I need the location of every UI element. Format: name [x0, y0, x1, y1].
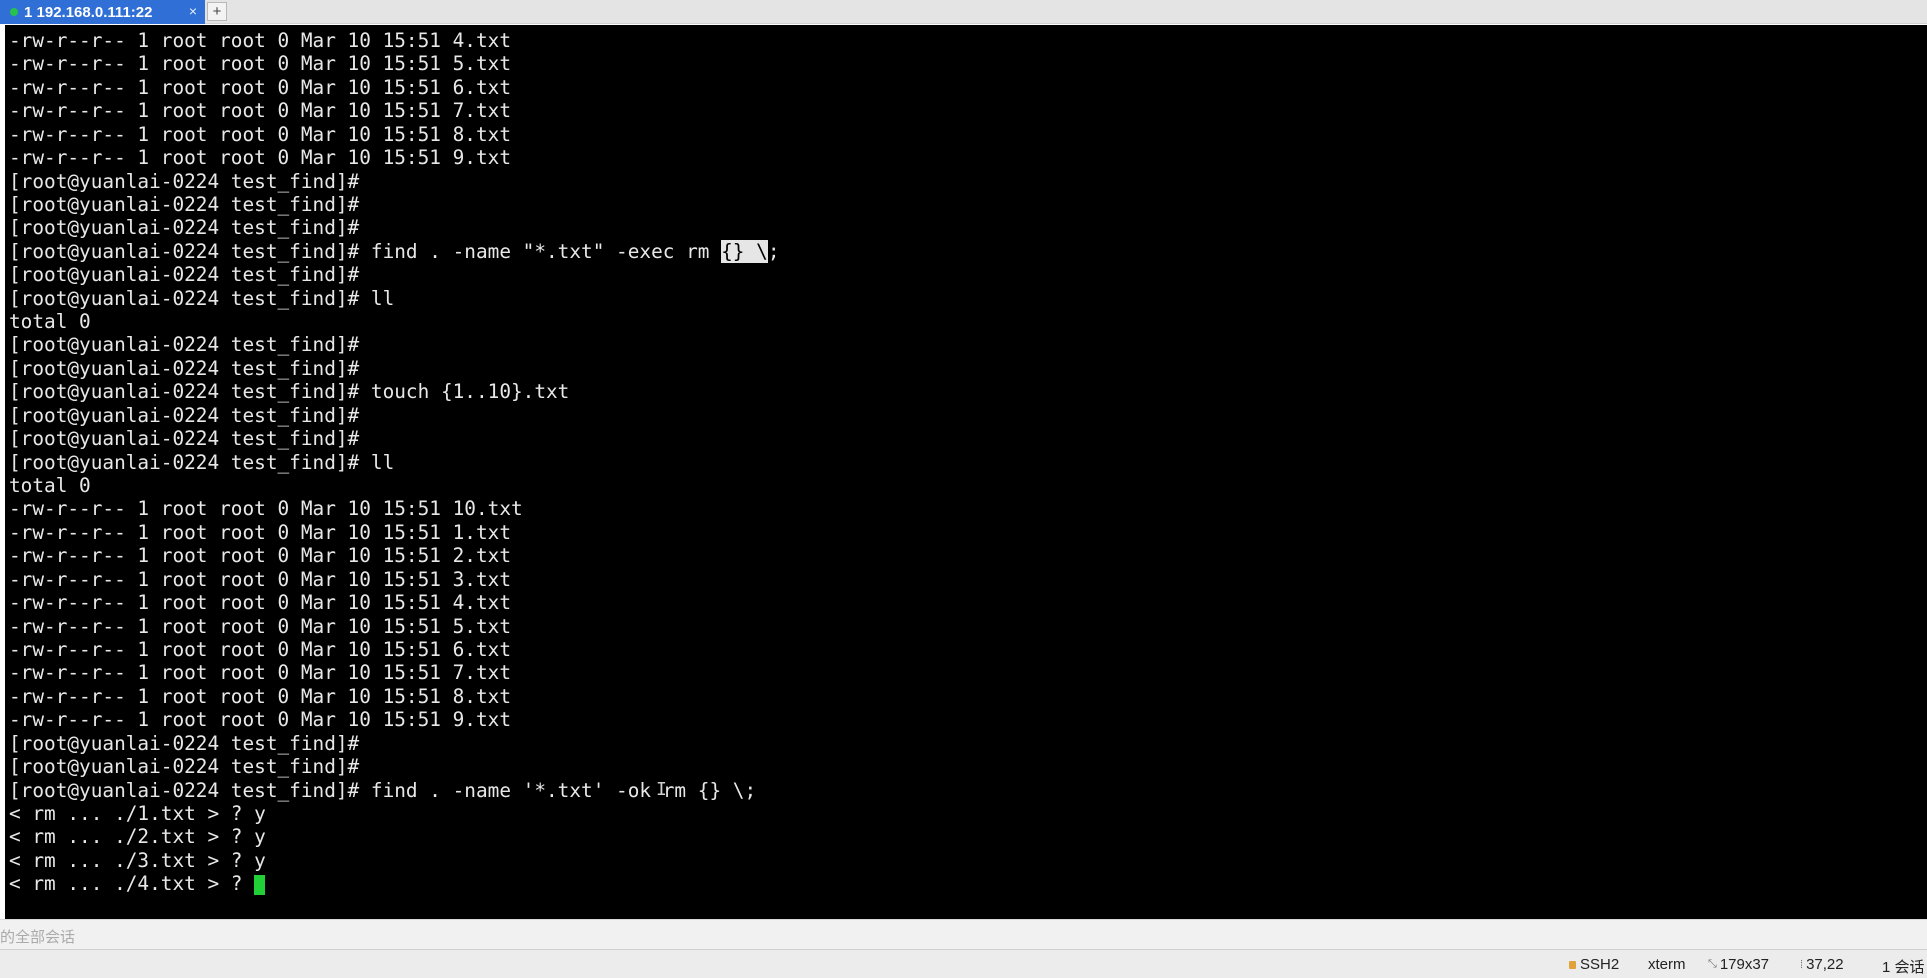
- terminal-line: [root@yuanlai-0224 test_find]#: [9, 169, 360, 193]
- terminal-line: < rm ... ./1.txt > ? y: [9, 801, 266, 825]
- terminal-prompt-line: < rm ... ./4.txt > ?: [9, 872, 780, 895]
- tab-title: 1 192.168.0.111:22: [24, 3, 153, 21]
- terminal-line: [root@yuanlai-0224 test_find]#: [9, 403, 360, 427]
- status-size-label: 179x37: [1719, 956, 1770, 973]
- terminal-line: < rm ... ./3.txt > ? y: [9, 848, 266, 872]
- text-cursor-icon: I: [656, 779, 667, 800]
- connected-status-icon: [10, 8, 18, 16]
- status-bar: SSH2 xterm ⤡ 179x37 ⁞ 37,22 1 会话: [0, 949, 1927, 978]
- status-cursor-pos: ⁞ 37,22: [1800, 956, 1844, 973]
- cursor-position-icon: ⁞: [1800, 958, 1804, 971]
- terminal-line: [root@yuanlai-0224 test_find]#: [9, 755, 360, 779]
- close-tab-icon[interactable]: ×: [189, 3, 197, 19]
- resize-icon: ⤡: [1708, 958, 1717, 970]
- terminal-line: -rw-r--r-- 1 root root 0 Mar 10 15:51 2.…: [9, 544, 511, 568]
- terminal-line: -rw-r--r-- 1 root root 0 Mar 10 15:51 7.…: [9, 661, 511, 685]
- selected-text: {} \: [721, 239, 768, 263]
- prompt-text: < rm ... ./4.txt > ?: [9, 872, 255, 896]
- terminal-line: -rw-r--r-- 1 root root 0 Mar 10 15:51 4.…: [9, 29, 511, 52]
- terminal-line: total 0: [9, 474, 91, 498]
- terminal-line: -rw-r--r-- 1 root root 0 Mar 10 15:51 1.…: [9, 520, 511, 544]
- terminal-line: -rw-r--r-- 1 root root 0 Mar 10 15:51 8.…: [9, 122, 511, 146]
- terminal-line: -rw-r--r-- 1 root root 0 Mar 10 15:51 9.…: [9, 146, 511, 170]
- terminal-line: -rw-r--r-- 1 root root 0 Mar 10 15:51 6.…: [9, 75, 511, 99]
- session-tab[interactable]: 1 192.168.0.111:22 ×: [0, 0, 205, 24]
- terminal-line: [root@yuanlai-0224 test_find]#: [9, 731, 360, 755]
- terminal-line: -rw-r--r-- 1 root root 0 Mar 10 15:51 5.…: [9, 614, 511, 638]
- lock-icon: [1569, 960, 1576, 969]
- terminal-line: [root@yuanlai-0224 test_find]#: [9, 216, 360, 240]
- terminal-line: [root@yuanlai-0224 test_find]# touch {1.…: [9, 380, 570, 404]
- status-sessions: 1 会话: [1882, 956, 1925, 977]
- terminal-line: -rw-r--r-- 1 root root 0 Mar 10 15:51 5.…: [9, 52, 511, 76]
- terminal-line: [root@yuanlai-0224 test_find]# ll: [9, 450, 395, 474]
- terminal-line: -rw-r--r-- 1 root root 0 Mar 10 15:51 10…: [9, 497, 523, 521]
- terminal-line: -rw-r--r-- 1 root root 0 Mar 10 15:51 4.…: [9, 591, 511, 615]
- terminal-line: [root@yuanlai-0224 test_find]# ll: [9, 286, 395, 310]
- terminal-line: -rw-r--r-- 1 root root 0 Mar 10 15:51 3.…: [9, 567, 511, 591]
- terminal-line: -rw-r--r-- 1 root root 0 Mar 10 15:51 8.…: [9, 684, 511, 708]
- terminal-output[interactable]: -rw-r--r-- 1 root root 0 Mar 10 15:51 4.…: [5, 25, 1927, 919]
- terminal-line: [root@yuanlai-0224 test_find]#: [9, 427, 360, 451]
- status-protocol: SSH2: [1569, 956, 1619, 973]
- terminal-line: < rm ... ./2.txt > ? y: [9, 825, 266, 849]
- terminal-line: [root@yuanlai-0224 test_find]#: [9, 263, 360, 287]
- session-bar-label[interactable]: 的全部会话: [0, 926, 75, 947]
- command-text: [root@yuanlai-0224 test_find]# find . -n…: [9, 239, 722, 263]
- terminal-line: -rw-r--r-- 1 root root 0 Mar 10 15:51 9.…: [9, 708, 511, 732]
- terminal-lines: -rw-r--r-- 1 root root 0 Mar 10 15:51 4.…: [9, 29, 780, 896]
- tab-bar: 1 192.168.0.111:22 × +: [0, 0, 1927, 24]
- status-protocol-label: SSH2: [1580, 956, 1620, 973]
- terminal-line: [root@yuanlai-0224 test_find]#: [9, 333, 360, 357]
- status-size: ⤡ 179x37: [1708, 956, 1769, 973]
- command-text-tail: ;: [767, 239, 780, 263]
- terminal-line: -rw-r--r-- 1 root root 0 Mar 10 15:51 7.…: [9, 99, 511, 123]
- terminal-line: total 0: [9, 310, 91, 334]
- terminal-line: [root@yuanlai-0224 test_find]#: [9, 192, 360, 216]
- terminal-line: -rw-r--r-- 1 root root 0 Mar 10 15:51 6.…: [9, 637, 511, 661]
- terminal-cursor: [254, 874, 266, 895]
- new-tab-button[interactable]: +: [207, 2, 227, 21]
- status-cursor-pos-label: 37,22: [1806, 956, 1844, 973]
- session-bar: 的全部会话: [0, 919, 1927, 949]
- status-term-type-label: xterm: [1648, 956, 1686, 973]
- status-sessions-label: 1 会话: [1882, 959, 1925, 976]
- terminal-line-find-exec: [root@yuanlai-0224 test_find]# find . -n…: [9, 239, 780, 263]
- terminal-line: [root@yuanlai-0224 test_find]#: [9, 356, 360, 380]
- status-term-type: xterm: [1648, 956, 1686, 973]
